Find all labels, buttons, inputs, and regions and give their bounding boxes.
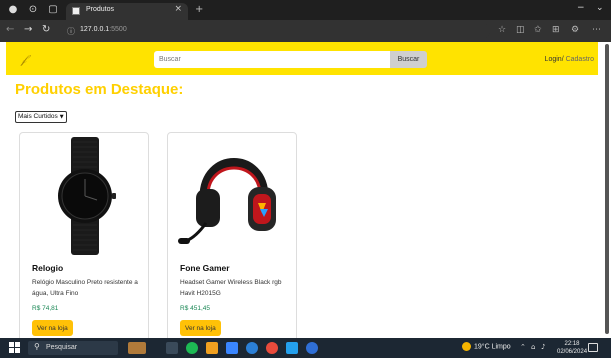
- product-name: Relogio: [32, 263, 64, 273]
- volume-icon[interactable]: ♪: [541, 343, 545, 351]
- weather-widget[interactable]: 19°C Limpo: [462, 342, 511, 351]
- network-icon[interactable]: ⌂: [531, 343, 535, 351]
- page-scrollbar[interactable]: [605, 44, 609, 334]
- tab-produtos[interactable]: Produtos ×: [66, 3, 188, 20]
- browser-address-bar: ← → ↻ ⓘ 127.0.0.1:5500 ☆ ◫ ✩ ⊞ ⚙ ⋯: [0, 20, 611, 42]
- sort-select[interactable]: Mais Curtidos ▼: [15, 111, 67, 123]
- search-icon: ⚲: [34, 342, 40, 351]
- product-price: R$ 451,45: [180, 305, 210, 312]
- product-card: Relogio Relógio Masculino Preto resisten…: [19, 132, 149, 338]
- workspaces-icon[interactable]: ⊙: [26, 3, 40, 17]
- clock-time: 22:18: [564, 341, 580, 347]
- taskbar-search[interactable]: ⚲ Pesquisar: [28, 341, 118, 355]
- product-card: Fone Gamer Headset Gamer Wireless Black …: [167, 132, 297, 338]
- vscode-icon[interactable]: [286, 342, 298, 354]
- back-icon[interactable]: ←: [6, 24, 14, 35]
- tray-chevron-icon[interactable]: ⌃: [520, 343, 526, 351]
- sort-selected-value: Mais Curtidos: [18, 113, 58, 120]
- site-navbar: 𝒻 Buscar Login/ Cadastro: [6, 42, 598, 75]
- product-description: Relógio Masculino Preto resistente a águ…: [32, 279, 138, 297]
- windows-start-icon[interactable]: [9, 342, 20, 353]
- store-icon[interactable]: [226, 342, 238, 354]
- url-text[interactable]: 127.0.0.1:5500: [80, 26, 127, 33]
- spotify-icon[interactable]: [186, 342, 198, 354]
- split-screen-icon[interactable]: ◫: [516, 25, 525, 35]
- window-menu-icon[interactable]: ⌄: [596, 3, 604, 13]
- product-price: R$ 74,81: [32, 305, 59, 312]
- search-button[interactable]: Buscar: [390, 51, 427, 68]
- notification-icon[interactable]: [588, 343, 598, 352]
- extensions-icon[interactable]: ⚙: [571, 25, 579, 35]
- tab-title: Produtos: [86, 6, 115, 13]
- taskbar-clock[interactable]: 22:18 02/06/2024: [557, 340, 587, 356]
- search-input[interactable]: [154, 51, 390, 68]
- url-host: 127.0.0.1: [80, 26, 110, 33]
- tab-close-icon[interactable]: ×: [174, 4, 182, 14]
- file-explorer-icon[interactable]: [206, 342, 218, 354]
- tab-actions-icon[interactable]: ▢: [46, 3, 60, 17]
- collections-icon[interactable]: ⊞: [552, 25, 560, 35]
- watch-image: [58, 137, 116, 255]
- weather-text: 19°C Limpo: [474, 343, 511, 351]
- minimize-icon[interactable]: −: [577, 3, 585, 13]
- favorites-icon[interactable]: ✩: [534, 25, 542, 35]
- edge-icon[interactable]: [246, 342, 258, 354]
- info-icon[interactable]: ⓘ: [67, 26, 75, 37]
- page-favicon-icon: [72, 7, 80, 15]
- page-viewport: 𝒻 Buscar Login/ Cadastro Produtos em Des…: [0, 42, 611, 338]
- url-port: :5500: [109, 26, 127, 33]
- opera-icon[interactable]: [266, 342, 278, 354]
- view-in-store-button[interactable]: Ver na loja: [180, 320, 221, 336]
- view-in-store-button[interactable]: Ver na loja: [32, 320, 73, 336]
- forward-icon[interactable]: →: [24, 24, 32, 35]
- browser-tab-bar: ● ⊙ ▢ Produtos × + − ⌄: [0, 0, 611, 20]
- taskbar: ⚲ Pesquisar 19°C Limpo ⌃ ⌂ ♪ 22:18 02/06…: [0, 338, 611, 358]
- task-view-icon[interactable]: [166, 342, 178, 354]
- login-link[interactable]: Login: [545, 56, 562, 63]
- profile-icon[interactable]: ●: [6, 3, 20, 17]
- product-name: Fone Gamer: [180, 263, 230, 273]
- page-title: Produtos em Destaque:: [15, 81, 184, 98]
- more-icon[interactable]: ⋯: [592, 25, 601, 35]
- headset-image: [178, 158, 276, 244]
- auth-links: Login/ Cadastro: [545, 56, 594, 63]
- auth-separator: /: [561, 56, 564, 63]
- site-logo-icon[interactable]: 𝒻: [21, 51, 35, 67]
- register-link[interactable]: Cadastro: [566, 56, 594, 63]
- widget-news-icon[interactable]: [128, 342, 146, 354]
- product-description: Headset Gamer Wireless Black rgb Havit H…: [180, 279, 282, 297]
- reload-icon[interactable]: ↻: [42, 24, 50, 35]
- taskbar-search-label: Pesquisar: [46, 344, 78, 351]
- new-tab-icon[interactable]: +: [195, 4, 203, 15]
- favorite-icon[interactable]: ☆: [498, 25, 506, 35]
- chevron-down-icon: ▼: [59, 114, 64, 120]
- sun-icon: [462, 342, 471, 351]
- chrome-icon[interactable]: [306, 342, 318, 354]
- clock-date: 02/06/2024: [557, 349, 588, 355]
